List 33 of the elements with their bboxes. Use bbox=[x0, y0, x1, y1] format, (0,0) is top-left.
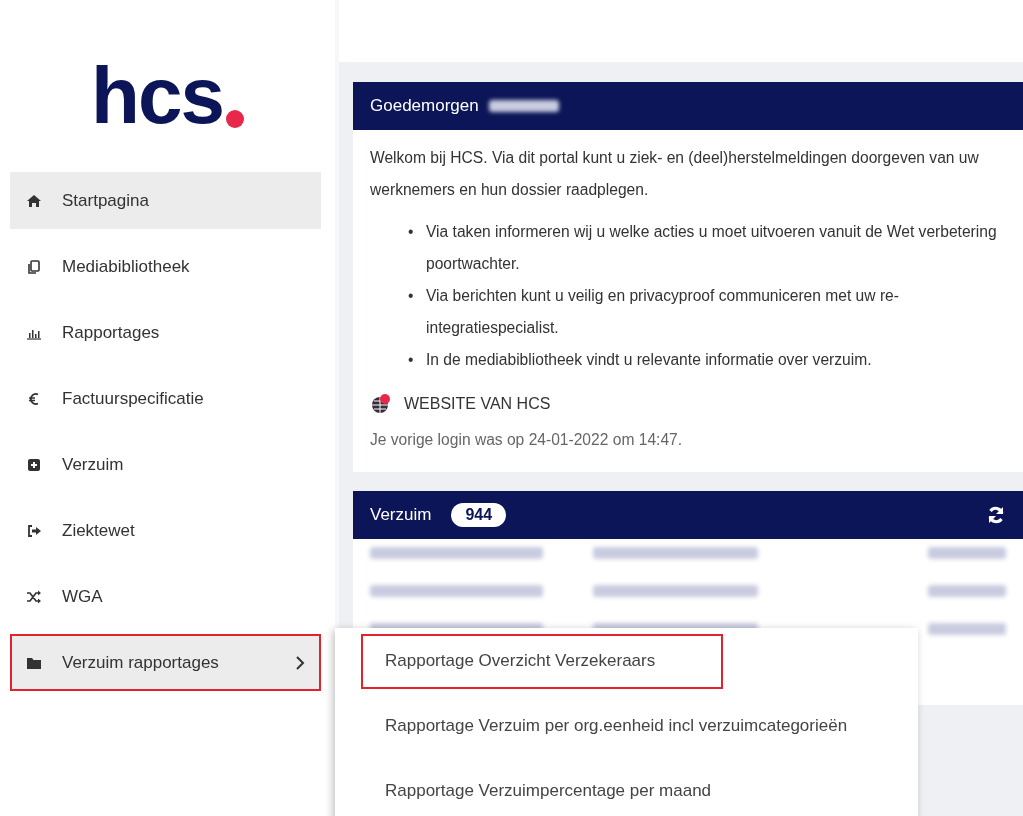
refresh-icon[interactable] bbox=[986, 505, 1006, 525]
bullet-mark: • bbox=[408, 350, 415, 370]
plus-square-icon bbox=[26, 456, 42, 473]
greeting-title: Goedemorgen bbox=[370, 96, 479, 116]
bullet-mark: • bbox=[408, 222, 415, 242]
logo: hcs bbox=[91, 56, 223, 136]
sidebar-item[interactable]: Startpagina bbox=[10, 172, 321, 229]
copy-icon bbox=[26, 258, 42, 275]
blurred-name bbox=[488, 100, 559, 112]
home-icon bbox=[26, 192, 42, 209]
submenu-item[interactable]: Rapportage Overzicht Verzekeraars bbox=[361, 634, 723, 689]
bullet-text: In de mediabibliotheek vindt u relevante informatie over verzuim. bbox=[426, 350, 873, 370]
bullet-text: Via berichten kunt u veilig en privacyproof communiceren met uw re-integratiespecialist. bbox=[426, 286, 900, 338]
sidebar-item[interactable]: Ziektewet bbox=[10, 502, 321, 559]
last-login-text: Je vorige login was op 24-01-2022 om 14:47. bbox=[370, 430, 684, 450]
sign-out-icon bbox=[26, 522, 42, 539]
bullet-text: Via taken informeren wij u welke acties u moet uitvoeren vanuit de Wet verbetering poortwachter. bbox=[426, 222, 998, 274]
sidebar-item[interactable]: Mediabibliotheek bbox=[10, 238, 321, 295]
sidebar-item[interactable]: WGA bbox=[10, 568, 321, 625]
sidebar-item[interactable]: Verzuim bbox=[10, 436, 321, 493]
bullet-mark: • bbox=[408, 286, 415, 306]
submenu-item[interactable]: Rapportage Verzuimpercentage per maand bbox=[361, 763, 734, 816]
website-link[interactable]: WEBSITE VAN HCS bbox=[404, 388, 551, 420]
sidebar-item[interactable]: Factuurspecificatie bbox=[10, 370, 321, 427]
sidebar-item[interactable]: Rapportages bbox=[10, 304, 321, 361]
globe-icon bbox=[370, 393, 392, 415]
shuffle-icon bbox=[26, 588, 42, 605]
count-badge: 944 bbox=[451, 503, 507, 527]
sidebar-item[interactable]: Verzuim rapportages bbox=[10, 634, 321, 691]
submenu-item[interactable]: Rapportage Verzuim per org.eenheid incl verzuimcategorieën bbox=[361, 698, 870, 754]
welcome-text: Welkom bij HCS. Via dit portal kunt u ziek- en (deel)herstelmeldingen doorgeven van uw werknemers en hun dossier raadplegen. bbox=[370, 148, 980, 200]
card-title: Verzuim bbox=[370, 505, 432, 525]
logo-dot bbox=[225, 110, 244, 128]
